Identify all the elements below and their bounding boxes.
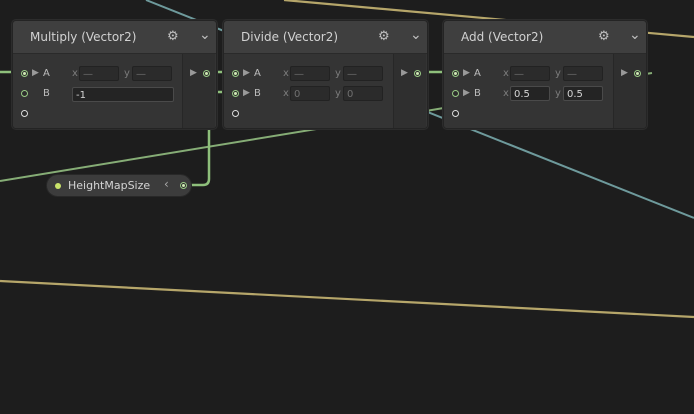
triangle-icon: ▶ — [243, 88, 250, 98]
input-port-a[interactable] — [452, 70, 459, 77]
input-label-b: B — [254, 88, 261, 99]
output-port[interactable] — [634, 70, 641, 77]
chevron-down-icon[interactable]: ⌄ — [629, 27, 641, 43]
gear-icon[interactable]: ⚙ — [598, 29, 610, 44]
input-a-x-field[interactable]: — — [510, 66, 550, 81]
gear-icon[interactable]: ⚙ — [378, 29, 390, 44]
input-b-y-field[interactable]: 0 — [343, 86, 383, 101]
node-title: Add (Vector2) — [461, 30, 544, 44]
node-outputs — [182, 54, 215, 128]
input-b-field[interactable]: -1 — [72, 87, 174, 102]
input-port-extra[interactable] — [452, 110, 459, 117]
triangle-icon: ▶ — [32, 68, 39, 78]
input-port-extra[interactable] — [21, 110, 28, 117]
input-row-a: ▶ A x — y — — [224, 65, 394, 83]
triangle-icon: ▶ — [463, 68, 470, 78]
input-row-extra — [13, 105, 183, 123]
input-row-b: B -1 — [13, 85, 183, 103]
axis-y-label: y — [555, 68, 561, 79]
input-row-extra — [224, 105, 394, 123]
property-output-port[interactable] — [180, 182, 187, 189]
axis-x-label: x — [503, 88, 509, 99]
triangle-icon: ▶ — [463, 88, 470, 98]
gear-icon[interactable]: ⚙ — [167, 29, 179, 44]
axis-y-label: y — [124, 68, 130, 79]
chevron-left-icon[interactable]: ‹ — [164, 177, 169, 191]
input-a-y-field[interactable]: — — [563, 66, 603, 81]
node-multiply[interactable]: Multiply (Vector2) ⚙ ⌄ ▶ A x — y — B -1 … — [12, 20, 217, 129]
axis-x-label: x — [283, 68, 289, 79]
input-port-b[interactable] — [232, 90, 239, 97]
input-row-a: ▶ A x — y — — [13, 65, 183, 83]
axis-y-label: y — [335, 88, 341, 99]
input-port-b[interactable] — [21, 90, 28, 97]
input-a-x-field[interactable]: — — [79, 66, 119, 81]
node-outputs — [613, 54, 646, 128]
input-label-a: A — [43, 68, 50, 79]
property-node-heightmapsize[interactable]: HeightMapSize ‹ — [46, 174, 192, 197]
input-label-b: B — [43, 88, 50, 99]
input-row-b: ▶ B x 0 y 0 — [224, 85, 394, 103]
node-add[interactable]: Add (Vector2) ⚙ ⌄ ▶ A x — y — ▶ B x 0.5 … — [443, 20, 647, 129]
input-a-x-field[interactable]: — — [290, 66, 330, 81]
node-header[interactable]: Multiply (Vector2) ⚙ ⌄ — [13, 21, 216, 54]
node-header[interactable]: Add (Vector2) ⚙ ⌄ — [444, 21, 646, 54]
input-b-y-field[interactable]: 0.5 — [563, 86, 603, 101]
node-outputs — [393, 54, 426, 128]
input-label-a: A — [474, 68, 481, 79]
input-row-extra — [444, 105, 614, 123]
input-a-y-field[interactable]: — — [132, 66, 172, 81]
input-a-y-field[interactable]: — — [343, 66, 383, 81]
output-triangle-icon: ▶ — [401, 68, 408, 78]
chevron-down-icon[interactable]: ⌄ — [410, 27, 422, 43]
input-port-a[interactable] — [232, 70, 239, 77]
input-label-a: A — [254, 68, 261, 79]
input-port-extra[interactable] — [232, 110, 239, 117]
output-triangle-icon: ▶ — [621, 68, 628, 78]
triangle-icon: ▶ — [243, 68, 250, 78]
chevron-down-icon[interactable]: ⌄ — [199, 27, 211, 43]
node-title: Divide (Vector2) — [241, 30, 339, 44]
input-b-x-field[interactable]: 0.5 — [510, 86, 550, 101]
input-port-a[interactable] — [21, 70, 28, 77]
output-port[interactable] — [414, 70, 421, 77]
axis-x-label: x — [72, 68, 78, 79]
axis-x-label: x — [503, 68, 509, 79]
output-port[interactable] — [203, 70, 210, 77]
node-title: Multiply (Vector2) — [30, 30, 137, 44]
input-b-x-field[interactable]: 0 — [290, 86, 330, 101]
node-header[interactable]: Divide (Vector2) ⚙ ⌄ — [224, 21, 427, 54]
input-row-a: ▶ A x — y — — [444, 65, 614, 83]
input-port-b[interactable] — [452, 90, 459, 97]
input-row-b: ▶ B x 0.5 y 0.5 — [444, 85, 614, 103]
property-label: HeightMapSize — [68, 179, 151, 192]
input-label-b: B — [474, 88, 481, 99]
axis-y-label: y — [335, 68, 341, 79]
wire-float-bottom — [0, 279, 694, 319]
property-type-dot — [55, 183, 61, 189]
axis-x-label: x — [283, 88, 289, 99]
axis-y-label: y — [555, 88, 561, 99]
output-triangle-icon: ▶ — [190, 68, 197, 78]
node-divide[interactable]: Divide (Vector2) ⚙ ⌄ ▶ A x — y — ▶ B x 0… — [223, 20, 428, 129]
